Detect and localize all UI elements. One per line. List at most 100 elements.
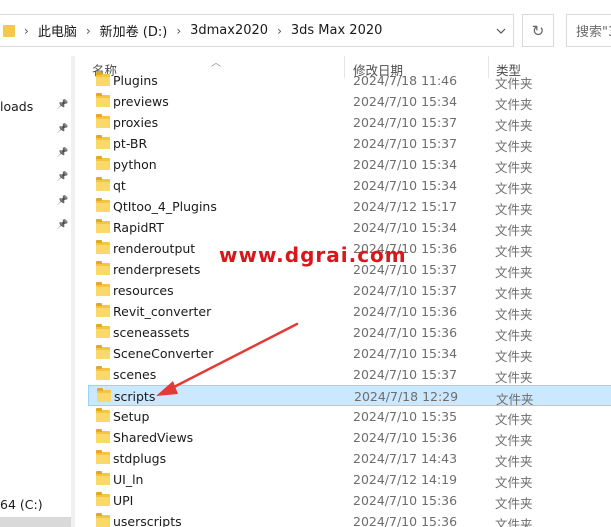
file-modified-date: 2024/7/12 14:19 [353, 472, 458, 487]
file-name: qt [113, 178, 126, 193]
file-type: 文件夹 [495, 349, 533, 364]
file-row[interactable]: previews 2024/7/10 15:34 文件夹 [88, 91, 611, 112]
folder-icon [96, 513, 110, 527]
file-type: 文件夹 [495, 244, 533, 259]
file-row[interactable]: SharedViews 2024/7/10 15:36 文件夹 [88, 427, 611, 448]
file-row[interactable]: resources 2024/7/10 15:37 文件夹 [88, 280, 611, 301]
file-name: RapidRT [113, 220, 164, 235]
breadcrumb-separator-icon[interactable]: › [86, 24, 91, 38]
watermark: www.dgrai.com [219, 243, 407, 267]
file-name: Plugins [113, 73, 158, 88]
file-type: 文件夹 [495, 475, 533, 490]
breadcrumb-item[interactable]: 新加卷 (D:) [100, 21, 168, 40]
chevron-down-icon[interactable] [489, 15, 513, 46]
sort-ascending-icon: ︿ [211, 58, 221, 69]
file-row[interactable]: Plugins 2024/7/18 11:46 文件夹 [88, 70, 611, 91]
refresh-icon: ↻ [531, 21, 545, 40]
file-type: 文件夹 [495, 433, 533, 448]
file-name: Setup [113, 409, 150, 424]
file-modified-date: 2024/7/10 15:36 [353, 304, 458, 319]
file-row[interactable]: userscripts 2024/7/10 15:36 文件夹 [88, 511, 611, 527]
file-name: SharedViews [113, 430, 194, 445]
file-list: ︿ 名称 修改日期 类型 Plugins 2024/7/18 11:46 文件夹 pr… [86, 56, 611, 527]
search-input[interactable]: 搜索"3 [566, 14, 611, 47]
file-row[interactable]: scripts 2024/7/18 12:29 文件夹 [88, 385, 611, 407]
folder-icon [96, 429, 110, 443]
folder-icon [96, 345, 110, 359]
file-modified-date: 2024/7/10 15:35 [353, 409, 458, 424]
folder-icon [96, 471, 110, 485]
breadcrumb-item[interactable]: 3dmax2020 [190, 23, 268, 38]
file-row[interactable]: UI_ln 2024/7/12 14:19 文件夹 [88, 469, 611, 490]
file-row[interactable]: stdplugs 2024/7/17 14:43 文件夹 [88, 448, 611, 469]
pin-icon: 📌 [57, 220, 69, 230]
file-name: scenes [113, 367, 157, 382]
file-row[interactable]: proxies 2024/7/10 15:37 文件夹 [88, 112, 611, 133]
breadcrumb-separator-icon[interactable]: › [277, 24, 282, 38]
file-modified-date: 2024/7/10 15:34 [353, 346, 458, 361]
file-name: previews [113, 94, 169, 109]
folder-icon [96, 261, 110, 275]
file-row[interactable]: SceneConverter 2024/7/10 15:34 文件夹 [88, 343, 611, 364]
file-name: UPI [113, 493, 134, 508]
nav-scrollbar[interactable] [71, 56, 75, 527]
file-row[interactable]: QtItoo_4_Plugins 2024/7/12 15:17 文件夹 [88, 196, 611, 217]
pin-icon: 📌 [57, 148, 69, 158]
nav-item[interactable]: loads [0, 99, 33, 114]
file-row[interactable]: RapidRT 2024/7/10 15:34 文件夹 [88, 217, 611, 238]
file-name: Revit_converter [113, 304, 212, 319]
file-modified-date: 2024/7/10 15:34 [353, 94, 458, 109]
file-modified-date: 2024/7/10 15:36 [353, 493, 458, 508]
address-bar[interactable]: › 此电脑 › 新加卷 (D:) › 3dmax2020 › 3ds Max 2020 [0, 14, 514, 47]
file-row[interactable]: python 2024/7/10 15:34 文件夹 [88, 154, 611, 175]
file-row[interactable]: pt-BR 2024/7/10 15:37 文件夹 [88, 133, 611, 154]
file-name: QtItoo_4_Plugins [113, 199, 217, 214]
file-name: pt-BR [113, 136, 148, 151]
folder-icon [96, 303, 110, 317]
file-modified-date: 2024/7/10 15:34 [353, 178, 458, 193]
folder-icon [96, 93, 110, 107]
file-modified-date: 2024/7/10 15:37 [353, 136, 458, 151]
file-row[interactable]: Setup 2024/7/10 15:35 文件夹 [88, 406, 611, 427]
nav-item-drive-c[interactable]: 64 (C:) [0, 497, 43, 512]
file-type: 文件夹 [495, 118, 533, 133]
refresh-button[interactable]: ↻ [522, 14, 554, 47]
file-type: 文件夹 [495, 160, 533, 175]
file-modified-date: 2024/7/10 15:34 [353, 157, 458, 172]
file-name: renderoutput [113, 241, 196, 256]
file-row[interactable]: qt 2024/7/10 15:34 文件夹 [88, 175, 611, 196]
file-row[interactable]: UPI 2024/7/10 15:36 文件夹 [88, 490, 611, 511]
pin-icon: 📌 [57, 196, 69, 206]
folder-icon [96, 408, 110, 422]
breadcrumb-separator-icon[interactable]: › [176, 24, 181, 38]
file-name: python [113, 157, 157, 172]
file-modified-date: 2024/7/10 15:36 [353, 514, 458, 527]
pin-icon: 📌 [57, 124, 69, 134]
breadcrumb-item[interactable]: 此电脑 [38, 21, 77, 40]
file-modified-date: 2024/7/10 15:36 [353, 325, 458, 340]
navigation-pane: loads 📌 📌 📌 📌 📌 📌 64 (C:) [0, 56, 75, 527]
file-type: 文件夹 [495, 139, 533, 154]
file-name: UI_ln [113, 472, 144, 487]
file-type: 文件夹 [495, 496, 533, 511]
folder-icon [3, 24, 15, 37]
file-modified-date: 2024/7/12 15:17 [353, 199, 458, 214]
file-modified-date: 2024/7/10 15:36 [353, 430, 458, 445]
file-name: userscripts [113, 514, 182, 527]
breadcrumb-item[interactable]: 3ds Max 2020 [291, 23, 383, 38]
file-row[interactable]: Revit_converter 2024/7/10 15:36 文件夹 [88, 301, 611, 322]
file-type: 文件夹 [495, 517, 533, 527]
breadcrumb-separator-icon[interactable]: › [24, 24, 29, 38]
folder-icon [96, 219, 110, 233]
file-row[interactable]: scenes 2024/7/10 15:37 文件夹 [88, 364, 611, 385]
nav-selection-highlight [0, 517, 71, 527]
file-modified-date: 2024/7/10 15:37 [353, 283, 458, 298]
folder-icon [97, 388, 111, 402]
file-modified-date: 2024/7/10 15:37 [353, 367, 458, 382]
file-row[interactable]: sceneassets 2024/7/10 15:36 文件夹 [88, 322, 611, 343]
file-name: sceneassets [113, 325, 190, 340]
file-type: 文件夹 [495, 202, 533, 217]
file-type: 文件夹 [495, 97, 533, 112]
file-type: 文件夹 [495, 412, 533, 427]
file-modified-date: 2024/7/10 15:37 [353, 115, 458, 130]
